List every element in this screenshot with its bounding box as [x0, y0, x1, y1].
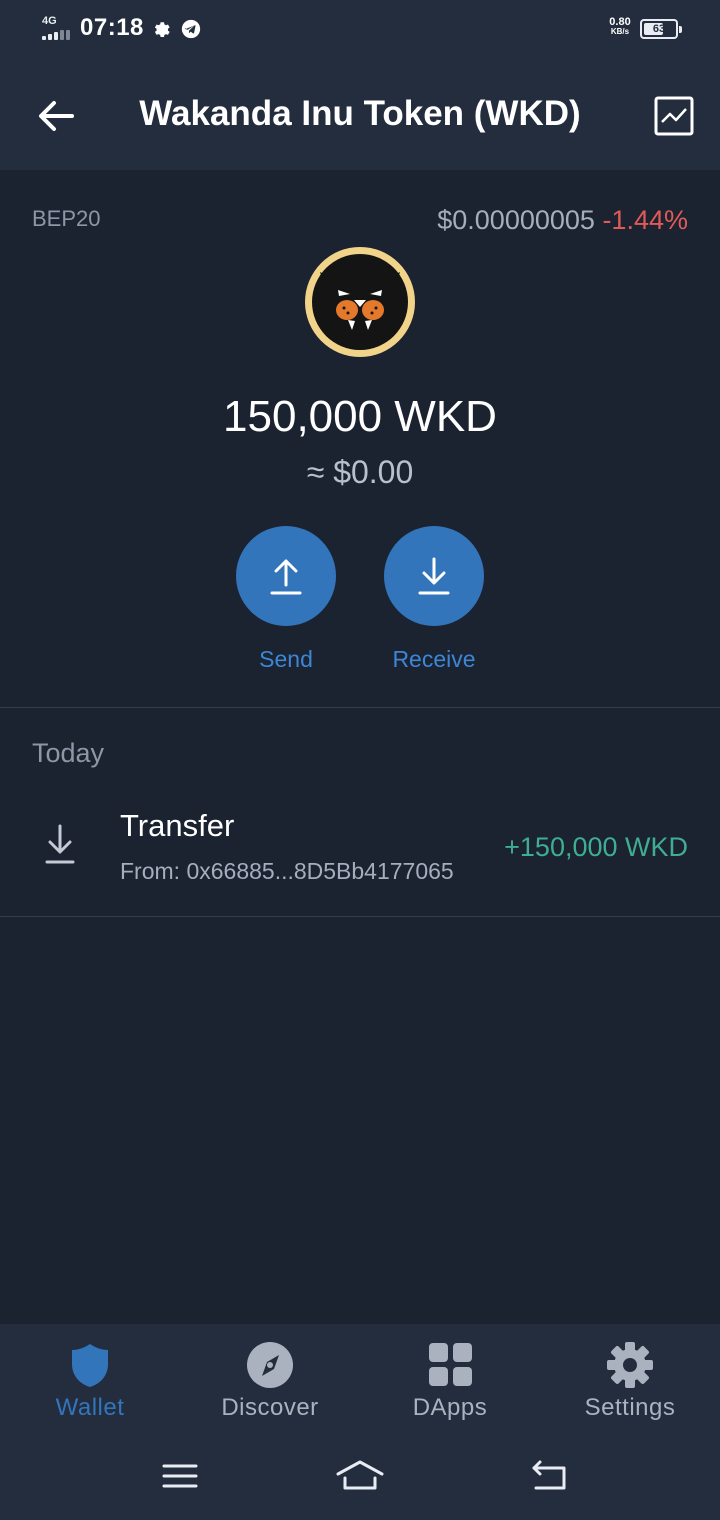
battery-level: 63 — [652, 23, 666, 35]
transaction-amount: +150,000 WKD — [504, 832, 688, 862]
battery-icon: 63 — [640, 19, 682, 39]
token-price: $0.00000005 -1.44% — [437, 205, 688, 236]
home-icon[interactable] — [336, 1452, 384, 1500]
download-arrow-icon — [418, 557, 450, 595]
line-chart-icon[interactable] — [648, 90, 700, 142]
tab-label: DApps — [412, 1394, 488, 1421]
app-header: Wakanda Inu Token (WKD) — [0, 58, 720, 170]
status-bar: 4G 07:18 0.80 KB/s 63 — [0, 0, 720, 58]
network-type: 4G — [42, 15, 57, 27]
back-nav-icon[interactable] — [524, 1452, 572, 1500]
tab-label: Wallet — [55, 1394, 125, 1421]
token-balance: 150,000 WKD — [223, 392, 497, 441]
tab-discover[interactable]: Discover — [180, 1324, 360, 1434]
transaction-row[interactable]: Transfer From: 0x66885...8D5Bb4177065 +1… — [0, 784, 720, 916]
grid-icon — [429, 1343, 472, 1386]
download-arrow-icon — [45, 824, 75, 864]
settings-notification-icon — [154, 22, 170, 38]
menu-icon[interactable] — [156, 1452, 204, 1500]
page-title: Wakanda Inu Token (WKD) — [139, 94, 581, 133]
transaction-from: From: 0x66885...8D5Bb4177065 — [120, 858, 454, 884]
back-arrow-icon[interactable] — [30, 90, 82, 142]
divider — [0, 707, 720, 708]
divider — [0, 916, 720, 917]
gear-icon — [607, 1342, 653, 1388]
tab-wallet[interactable]: Wallet — [0, 1324, 180, 1434]
receive-button[interactable] — [384, 526, 484, 626]
price-change: -1.44% — [602, 205, 688, 235]
upload-arrow-icon — [270, 559, 302, 595]
tab-label: Discover — [221, 1394, 319, 1421]
battery-nub — [679, 26, 682, 33]
telegram-icon — [181, 19, 201, 39]
compass-icon — [247, 1342, 293, 1388]
tab-settings[interactable]: Settings — [540, 1324, 720, 1434]
send-button[interactable] — [236, 526, 336, 626]
tab-dapps[interactable]: DApps — [360, 1324, 540, 1434]
status-time: 07:18 — [80, 14, 144, 41]
signal-icon — [42, 30, 74, 40]
system-navigation-bar — [0, 1436, 720, 1520]
fiat-balance: ≈ $0.00 — [306, 454, 414, 490]
speed-unit: KB/s — [610, 27, 630, 36]
speed-value: 0.80 — [609, 16, 631, 28]
price-value: $0.00000005 — [437, 205, 595, 235]
transaction-title: Transfer — [120, 808, 235, 843]
token-standard: BEP20 — [32, 206, 101, 231]
section-header-today: Today — [32, 738, 105, 768]
token-logo — [305, 247, 415, 357]
receive-label[interactable]: Receive — [354, 646, 514, 673]
shield-icon — [72, 1344, 108, 1387]
network-speed: 0.80 KB/s — [600, 17, 640, 37]
send-label[interactable]: Send — [206, 646, 366, 673]
tab-label: Settings — [584, 1394, 676, 1421]
